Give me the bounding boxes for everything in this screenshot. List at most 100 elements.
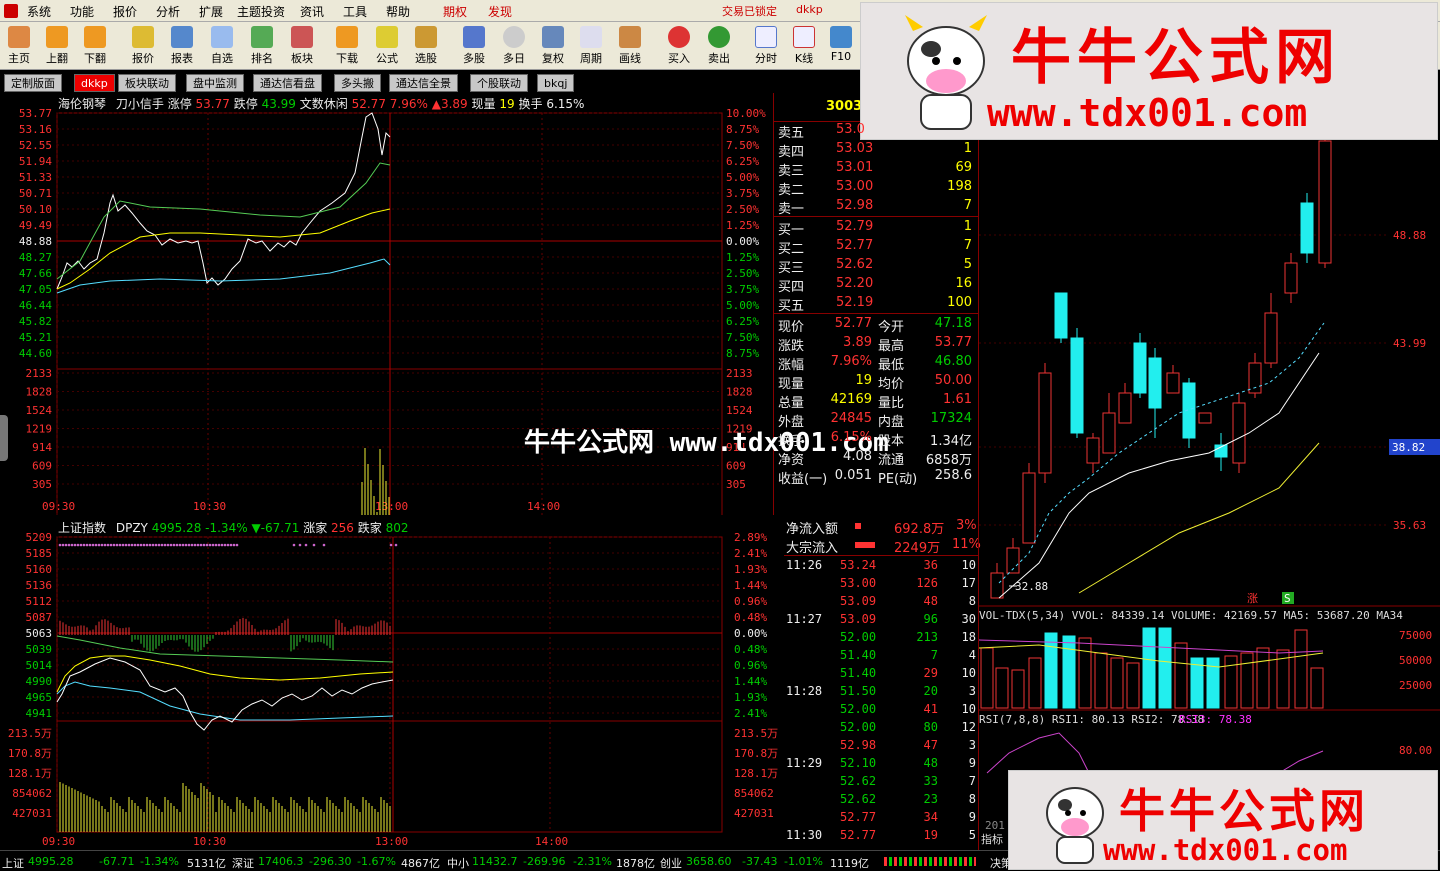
signal-dot <box>202 543 206 547</box>
tab-custom-layout[interactable]: 定制版面 <box>4 74 62 92</box>
tab-dkkp[interactable]: dkkp <box>74 74 115 92</box>
tick-row[interactable]: 51.40 7 4 <box>784 648 978 666</box>
menu-news[interactable]: 资讯 <box>300 3 324 20</box>
bid-row[interactable]: 买一 52.79 1 <box>776 219 976 238</box>
stat-row[interactable]: 涨幅 7.96% 最低 46.80 <box>776 354 976 373</box>
f10-button[interactable]: F10 <box>822 25 860 69</box>
menu-help[interactable]: 帮助 <box>386 3 410 20</box>
tick-row[interactable]: 52.62 23 8 <box>784 792 978 810</box>
ask-row[interactable]: 卖二 53.00 198 <box>776 179 976 198</box>
tab-bull-move[interactable]: 多头搬 <box>334 74 381 92</box>
stat-row[interactable]: 收益(一) 0.051 PE(动) 258.6 <box>776 468 976 487</box>
watchlist-button[interactable]: 自选 <box>203 25 241 69</box>
tab-stock-link[interactable]: 个股联动 <box>470 74 528 92</box>
stock-picker-button[interactable]: 选股 <box>407 25 445 69</box>
tick-row[interactable]: 11:27 53.09 96 30 <box>784 612 978 630</box>
tick-row[interactable]: 11:30 52.77 19 5 <box>784 828 978 846</box>
draw-line-button[interactable]: 画线 <box>611 25 649 69</box>
rank-button[interactable]: 排名 <box>243 25 281 69</box>
ask-row-cell: 卖四 <box>778 145 805 160</box>
index-volume-label: 854062 <box>12 787 52 800</box>
stat-row-cell: 外盘 <box>778 415 805 430</box>
tick-row[interactable]: 53.00 126 17 <box>784 576 978 594</box>
stat-row[interactable]: 总量 42169 量比 1.61 <box>776 392 976 411</box>
multi-day-button[interactable]: 多日 <box>495 25 533 69</box>
stat-row[interactable]: 净资 4.08 流通 6858万 <box>776 449 976 468</box>
page-up-button[interactable]: 上翻 <box>38 25 76 69</box>
ask-row-cell: 69 <box>955 160 972 175</box>
tab-tdx-view[interactable]: 通达信看盘 <box>253 74 322 92</box>
tick-cell: 17 <box>961 576 976 590</box>
ask-row[interactable]: 卖一 52.98 7 <box>776 198 976 217</box>
signal-dot <box>106 543 110 547</box>
menu-extend[interactable]: 扩展 <box>199 3 223 20</box>
multi-stock-button[interactable]: 多股 <box>455 25 493 69</box>
stat-row-cell: 均价 <box>878 377 905 392</box>
stat-row[interactable]: 现价 52.77 今开 47.18 <box>776 316 976 335</box>
stat-row-cell: 收益(一) <box>778 472 828 487</box>
tick-row[interactable]: 52.77 34 9 <box>784 810 978 828</box>
pct-tick-label: 8.75% <box>726 123 759 136</box>
tick-row[interactable]: 52.62 33 7 <box>784 774 978 792</box>
ask-row[interactable]: 卖四 53.03 1 <box>776 141 976 160</box>
download-button[interactable]: 下载 <box>328 25 366 69</box>
candle-body <box>1038 372 1052 474</box>
menu-analysis[interactable]: 分析 <box>156 3 180 20</box>
menu-quote[interactable]: 报价 <box>113 3 137 20</box>
tick-row[interactable]: 52.00 213 18 <box>784 630 978 648</box>
home-button[interactable]: 主页 <box>0 25 38 69</box>
index-chart[interactable]: 5209 2.89% 5185 2.41% 5160 1.93% 5136 1.44% 5112… <box>0 516 782 850</box>
stat-row[interactable]: 涨跌 3.89 最高 53.77 <box>776 335 976 354</box>
tab-bkqj[interactable]: bkqj <box>537 74 575 92</box>
stat-row[interactable]: 现量 19 均价 50.00 <box>776 373 976 392</box>
stat-row[interactable]: 换手 6.15% 股本 1.34亿 <box>776 430 976 449</box>
ask-row-cell: 52.98 <box>836 198 874 213</box>
bid-row[interactable]: 买三 52.62 5 <box>776 257 976 276</box>
report-button[interactable]: 报表 <box>163 25 201 69</box>
ask-row-cell: 卖一 <box>778 202 805 217</box>
tick-row[interactable]: 51.40 29 10 <box>784 666 978 684</box>
tick-row[interactable]: 11:28 51.50 20 3 <box>784 684 978 702</box>
menu-system[interactable]: 系统 <box>27 3 51 20</box>
tick-row[interactable]: 11:29 52.10 48 9 <box>784 756 978 774</box>
tick-row[interactable]: 52.98 47 3 <box>784 738 978 756</box>
ask-row[interactable]: 卖五 53.0 <box>776 122 976 141</box>
period-button[interactable]: 周期 <box>572 25 610 69</box>
tab-sector-link[interactable]: 板块联动 <box>118 74 176 92</box>
tick-row[interactable]: 53.09 48 8 <box>784 594 978 612</box>
index-tick-label: 5014 <box>26 659 53 672</box>
menu-theme-invest[interactable]: 主题投资 <box>237 3 285 20</box>
quote-button[interactable]: 报价 <box>124 25 162 69</box>
tick-row[interactable]: 52.00 80 12 <box>784 720 978 738</box>
adjust-button[interactable]: 复权 <box>534 25 572 69</box>
kline-vol-bar <box>1062 635 1076 709</box>
tick-row[interactable]: 11:26 53.24 36 10 <box>784 558 978 576</box>
tick-cell: 51.50 <box>840 684 877 698</box>
menu-tools[interactable]: 工具 <box>343 3 367 20</box>
pct-tick-label: 6.25% <box>726 155 759 168</box>
menu-options[interactable]: 期权 <box>443 3 467 20</box>
sector-button[interactable]: 板块 <box>283 25 321 69</box>
bid-row[interactable]: 买四 52.20 16 <box>776 276 976 295</box>
kline-button[interactable]: K线 <box>785 25 823 69</box>
formula-button[interactable]: 公式 <box>368 25 406 69</box>
tick-row[interactable]: 52.00 41 10 <box>784 702 978 720</box>
tab-intraday-monitor[interactable]: 盘中监测 <box>186 74 244 92</box>
bid-row-cell: 买五 <box>778 299 805 314</box>
ask-row[interactable]: 卖三 53.01 69 <box>776 160 976 179</box>
menu-function[interactable]: 功能 <box>70 3 94 20</box>
sell-button[interactable]: 卖出 <box>700 25 738 69</box>
tick-cell: 34 <box>923 810 938 824</box>
stat-row[interactable]: 外盘 24845 内盘 17324 <box>776 411 976 430</box>
page-down-button[interactable]: 下翻 <box>76 25 114 69</box>
buy-button[interactable]: 买入 <box>660 25 698 69</box>
menu-discover[interactable]: 发现 <box>488 3 512 20</box>
bid-row[interactable]: 买五 52.19 100 <box>776 295 976 314</box>
tick-cell: 23 <box>923 792 938 806</box>
kline-chart[interactable]: 48.8843.9938.8235.6338.8232.88涨SVOL-TDX(… <box>979 93 1440 850</box>
intraday-button[interactable]: 分时 <box>747 25 785 69</box>
tab-tdx-panorama[interactable]: 通达信全景 <box>389 74 458 92</box>
bid-row[interactable]: 买二 52.77 7 <box>776 238 976 257</box>
user-name: dkkp <box>796 3 823 16</box>
index-time-label: 09:30 <box>42 835 75 848</box>
